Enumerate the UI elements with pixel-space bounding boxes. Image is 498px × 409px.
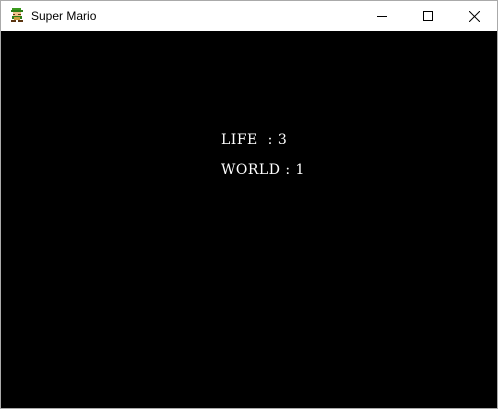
close-icon: [468, 10, 480, 22]
title-bar[interactable]: Super Mario: [1, 1, 497, 31]
window-title: Super Mario: [31, 9, 97, 23]
game-window: Super Mario LIFE : 3 WORLD : 1: [0, 0, 498, 409]
close-button[interactable]: [451, 1, 497, 31]
life-counter: LIFE : 3: [221, 132, 288, 148]
minimize-icon: [377, 16, 387, 17]
minimize-button[interactable]: [359, 1, 405, 31]
mario-sprite-icon: [11, 8, 23, 22]
maximize-button[interactable]: [405, 1, 451, 31]
maximize-icon: [423, 11, 433, 21]
game-canvas[interactable]: LIFE : 3 WORLD : 1: [1, 31, 497, 408]
world-indicator: WORLD : 1: [221, 162, 305, 178]
